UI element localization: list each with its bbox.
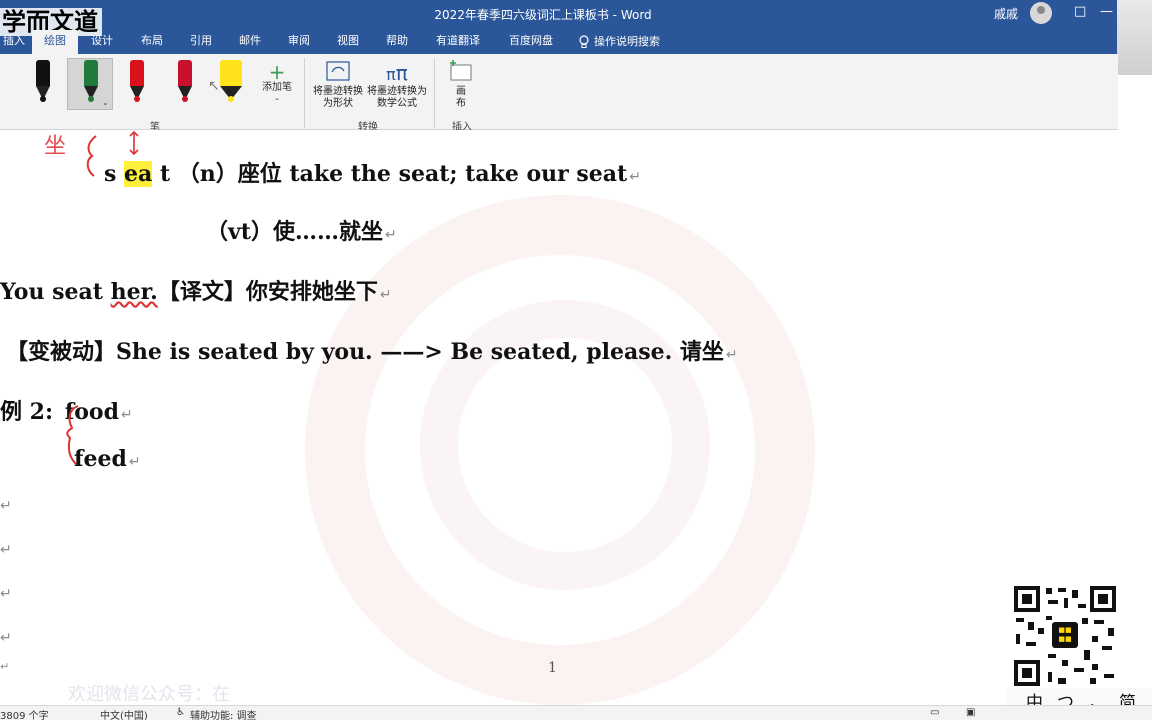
highlighted-ea: ea [124,161,153,187]
paragraph-mark: ↵ [0,586,12,602]
title-bar: 学而文道 2022年春季四六级词汇上课板书 - Word 戚戚 □ — 插入 绘… [0,0,1152,54]
ink-to-shape-button[interactable]: 将墨迹转换为形状 [312,60,364,110]
drawing-canvas-icon [446,60,476,86]
tab-help[interactable]: 帮助 [377,30,417,54]
minimize-icon[interactable]: — [1100,4,1113,19]
faded-overlay-text: 欢迎微信公众号：在 [68,684,230,705]
line-seat-verb: （vt）使……就坐 ↵ [206,219,397,245]
paragraph-mark: ↵ [725,347,738,363]
print-layout-icon[interactable]: ▣ [966,707,975,718]
paragraph-mark: ↵ [0,630,12,646]
black-pen-icon[interactable] [28,60,56,106]
tab-mailings[interactable]: 邮件 [230,30,270,54]
mouse-cursor-icon: ↖ [208,78,220,94]
document-page[interactable]: 坐 s ea t （n）座位 take the seat; take our s… [0,130,1152,705]
add-pen-label: 添加笔 - [262,82,292,105]
plus-icon: + [268,60,286,84]
paragraph-mark: ↵ [384,227,397,243]
tab-layout[interactable]: 布局 [132,30,172,54]
tab-draw[interactable]: 绘图 [32,30,78,54]
ribbon-draw [0,54,1118,130]
tab-insert[interactable]: 插入 [0,30,28,54]
line-feed: feed ↵ [74,446,141,472]
tell-me-search[interactable]: 操作说明搜索 [578,30,682,54]
group-divider [304,58,305,128]
paragraph-mark: ↵ [0,542,12,558]
paragraph-mark: ↵ [0,498,12,514]
accessibility-status[interactable]: 辅助功能: 调查 [190,707,257,720]
user-avatar[interactable] [1030,2,1052,24]
tab-design[interactable]: 设计 [82,30,122,54]
line-passive-voice: 【变被动】She is seated by you. ——> Be seated… [6,339,738,365]
tab-view[interactable]: 视图 [328,30,368,54]
tab-references[interactable]: 引用 [181,30,221,54]
language-indicator[interactable]: 中文(中国) [100,707,148,720]
paragraph-mark: ↵ [128,454,141,470]
restore-icon[interactable]: □ [1074,4,1086,19]
paragraph-mark: ↵ [0,660,10,673]
red-pen-icon[interactable] [122,60,150,106]
accessibility-icon: ♿ [176,707,185,718]
paragraph-mark: ↵ [379,287,392,303]
paragraph-mark: ↵ [629,169,641,185]
ink-to-shape-icon [312,60,364,86]
pi-math-icon: ππ [386,61,408,85]
canvas-button[interactable]: 画布 [446,60,476,110]
green-pen-icon[interactable] [76,60,104,106]
ink-to-shape-label: 将墨迹转换为形状 [313,86,363,109]
tab-baidu-netdisk[interactable]: 百度网盘 [503,30,559,54]
chevron-down-icon[interactable]: ⌄ [102,98,109,107]
paragraph-mark: ↵ [120,407,133,423]
tab-youdao-translate[interactable]: 有道翻译 [430,30,486,54]
read-mode-icon[interactable]: ▭ [930,707,939,718]
status-bar: 3809 个字 中文(中国) ♿ 辅助功能: 调查 ▭ ▣ [0,705,1152,720]
tell-me-label: 操作说明搜索 [594,35,660,48]
line-example-sentence: You seat her.【译文】你安排她坐下 ↵ [0,279,392,305]
word-count[interactable]: 3809 个字 [0,707,49,720]
user-name[interactable]: 戚戚 [994,5,1018,22]
qr-center-badge: ■■ ■■ [1052,622,1078,648]
group-divider [434,58,435,128]
line-seat-noun: s ea t （n）座位 take the seat; take our sea… [104,161,641,187]
tab-review[interactable]: 审阅 [279,30,319,54]
canvas-label: 画布 [456,86,466,109]
pen-body [36,60,50,86]
handwritten-annotation: 坐 [44,134,67,159]
qr-code: ■■ ■■ [1012,584,1118,688]
ribbon-tabs: 插入 绘图 设计 布局 引用 邮件 审阅 视图 帮助 有道翻译 百度网盘 操作说… [0,30,1100,54]
page-number: 1 [548,660,557,676]
window-title: 2022年春季四六级词汇上课板书 - Word [434,8,652,22]
ink-to-math-label: 将墨迹转换为数学公式 [367,86,427,109]
yellow-highlighter-icon[interactable] [216,60,244,106]
webcam-overlay [1117,0,1152,75]
ink-to-math-button[interactable]: ππ 将墨迹转换为数学公式 [366,60,428,110]
add-pen-button[interactable]: + 添加笔 - [260,62,294,106]
red-galaxy-pen-icon[interactable] [170,60,198,106]
lightbulb-icon [579,35,589,48]
